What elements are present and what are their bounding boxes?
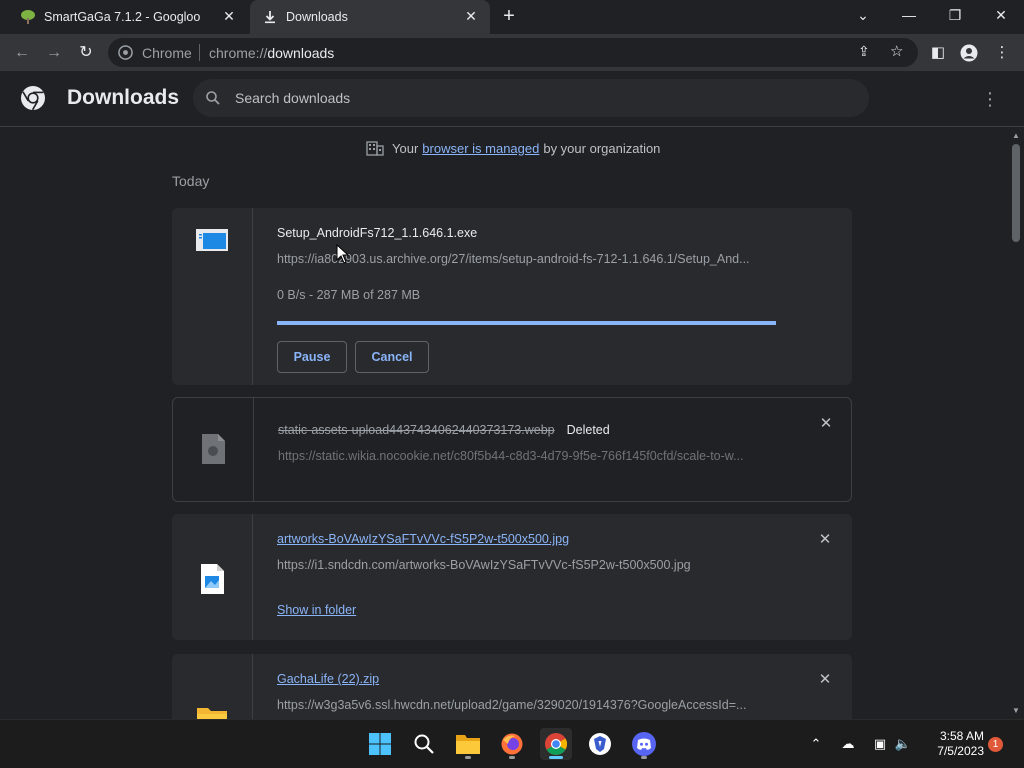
share-icon[interactable]: ⇪: [858, 43, 870, 60]
scroll-thumb[interactable]: [1012, 144, 1020, 242]
scroll-down-icon[interactable]: ▼: [1011, 706, 1021, 716]
tree-favicon-icon: [21, 10, 35, 24]
site-label: Chrome: [142, 45, 192, 61]
volume-icon[interactable]: 🔈: [893, 734, 913, 754]
file-name-link[interactable]: artworks-BoVAwIzYSaFTvVVc-fS5P2w-t500x50…: [277, 532, 569, 546]
taskbar-file-explorer[interactable]: [452, 728, 484, 760]
tab-search-icon[interactable]: ⌄: [840, 0, 886, 34]
tab-downloads[interactable]: Downloads ✕: [250, 0, 490, 34]
new-tab-button[interactable]: +: [499, 6, 519, 26]
tab-title: SmartGaGa 7.1.2 - Googloo: [44, 10, 201, 24]
reload-icon[interactable]: ↻: [74, 41, 98, 65]
taskbar-firefox[interactable]: [496, 728, 528, 760]
back-arrow-icon[interactable]: ←: [10, 41, 34, 65]
status-badge: Deleted: [566, 423, 610, 437]
restore-button[interactable]: ❐: [932, 0, 978, 34]
search-box[interactable]: [193, 79, 869, 117]
chrome-menu-icon[interactable]: ⋮: [991, 42, 1013, 64]
start-button[interactable]: [364, 728, 396, 760]
search-input[interactable]: [235, 87, 835, 109]
file-name: Setup_AndroidFs712_1.1.646.1.exe: [277, 226, 478, 240]
image-file-icon: [201, 564, 224, 594]
progress-text: 0 B/s - 287 MB of 287 MB: [277, 288, 421, 302]
taskbar-brave[interactable]: [584, 728, 616, 760]
exe-file-icon: [196, 229, 228, 251]
show-in-folder-link[interactable]: Show in folder: [277, 603, 356, 617]
windows-start-icon: [369, 733, 391, 755]
tab-strip: SmartGaGa 7.1.2 - Googloo ✕ Downloads ✕ …: [0, 0, 1024, 34]
url-text: chrome://downloads: [209, 45, 335, 61]
image-file-icon: [202, 434, 225, 464]
file-url: https://i1.sndcdn.com/artworks-BoVAwIzYS…: [277, 558, 691, 572]
browser-managed-link[interactable]: browser is managed: [422, 141, 539, 156]
search-icon: [206, 91, 220, 105]
address-bar[interactable]: Chrome chrome://downloads ⇪ ☆: [108, 38, 918, 67]
file-url: https://static.wikia.nocookie.net/c80f5b…: [278, 449, 744, 463]
remove-item-icon[interactable]: ✕: [816, 414, 836, 434]
firefox-icon: [501, 733, 523, 755]
clock-time: 3:58 AM: [939, 729, 984, 743]
folder-icon: [197, 708, 227, 719]
scrollbar[interactable]: ▲ ▼: [1008, 128, 1024, 719]
chrome-logo-icon: [21, 86, 45, 111]
downloads-list: Your browser is managed by your organiza…: [0, 128, 1008, 719]
taskbar-clock[interactable]: 3:58 AM 7/5/2023: [920, 729, 984, 759]
network-icon[interactable]: ▣: [870, 734, 890, 754]
taskbar-chrome[interactable]: [540, 728, 572, 760]
windows-taskbar: ⌃ ☁ ▣ 🔈 3:58 AM 7/5/2023 1: [0, 719, 1024, 768]
taskbar-search-button[interactable]: [408, 728, 440, 760]
progress-bar: [277, 321, 776, 325]
clock-date: 7/5/2023: [937, 744, 984, 758]
minimize-button[interactable]: —: [886, 0, 932, 34]
building-icon: [366, 141, 384, 156]
page-title: Downloads: [67, 86, 180, 109]
cloud-offline-icon[interactable]: ☁: [838, 734, 858, 754]
show-hidden-icons-icon[interactable]: ⌃: [806, 734, 826, 754]
chrome-icon: [545, 733, 567, 755]
download-favicon-icon: [265, 11, 275, 24]
notification-badge[interactable]: 1: [988, 737, 1003, 752]
forward-arrow-icon[interactable]: →: [42, 41, 66, 65]
file-url: https://w3g3a5v6.ssl.hwcdn.net/upload2/g…: [277, 698, 747, 712]
tab-smartgaga[interactable]: SmartGaGa 7.1.2 - Googloo ✕: [8, 0, 248, 34]
remove-item-icon[interactable]: ✕: [815, 530, 835, 550]
close-window-button[interactable]: ✕: [978, 0, 1024, 34]
taskbar-discord[interactable]: [628, 728, 660, 760]
side-panel-icon[interactable]: ◧: [927, 42, 949, 64]
chrome-site-icon: [118, 45, 133, 60]
close-tab-icon[interactable]: ✕: [220, 7, 238, 25]
file-url: https://ia802903.us.archive.org/27/items…: [277, 252, 750, 266]
file-name-link[interactable]: GachaLife (22).zip: [277, 672, 379, 686]
scroll-up-icon[interactable]: ▲: [1011, 131, 1021, 141]
download-item-deleted: static-assets-upload4437434062440373173.…: [172, 397, 852, 502]
managed-notice: Your browser is managed by your organiza…: [366, 140, 660, 156]
downloads-header: Downloads ⋮: [0, 71, 1024, 127]
close-tab-icon[interactable]: ✕: [462, 7, 480, 25]
remove-item-icon[interactable]: ✕: [815, 670, 835, 690]
folder-icon: [456, 735, 480, 754]
section-today: Today: [172, 173, 210, 189]
browser-toolbar: ← → ↻ Chrome chrome://downloads ⇪ ☆ ◧ ⋮: [0, 34, 1024, 71]
mouse-cursor-icon: [336, 244, 350, 264]
omnibox-divider: [199, 44, 200, 61]
progress-fill: [277, 321, 776, 325]
profile-icon[interactable]: [958, 42, 980, 64]
bookmark-star-icon[interactable]: ☆: [890, 42, 903, 60]
pause-button[interactable]: Pause: [277, 341, 347, 373]
cancel-button[interactable]: Cancel: [355, 341, 429, 373]
file-name: static-assets-upload4437434062440373173.…: [278, 423, 610, 437]
download-item: Setup_AndroidFs712_1.1.646.1.exe https:/…: [172, 208, 852, 385]
tab-title: Downloads: [286, 10, 348, 24]
shield-icon: [589, 733, 611, 755]
download-item: GachaLife (22).zip https://w3g3a5v6.ssl.…: [172, 654, 852, 719]
discord-icon: [632, 732, 656, 756]
download-item: artworks-BoVAwIzYSaFTvVVc-fS5P2w-t500x50…: [172, 514, 852, 640]
search-icon: [414, 734, 434, 754]
more-actions-icon[interactable]: ⋮: [980, 87, 1000, 111]
